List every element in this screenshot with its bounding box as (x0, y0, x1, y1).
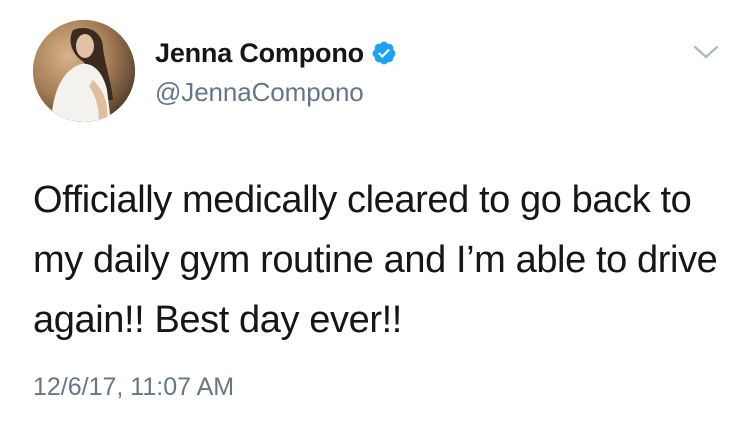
tweet-card: Jenna Compono @JennaCompono Officially m… (0, 0, 750, 431)
tweet-timestamp[interactable]: 12/6/17, 11:07 AM (33, 373, 234, 402)
name-row: Jenna Compono (155, 36, 397, 70)
avatar[interactable] (33, 20, 135, 122)
chevron-down-icon[interactable] (692, 42, 720, 62)
verified-badge-icon (371, 40, 397, 66)
avatar-photo (33, 20, 135, 122)
display-name[interactable]: Jenna Compono (155, 38, 364, 69)
tweet-header: Jenna Compono @JennaCompono (33, 20, 723, 125)
tweet-text: Officially medically cleared to go back … (33, 179, 718, 341)
author-names: Jenna Compono @JennaCompono (155, 36, 397, 108)
handle[interactable]: @JennaCompono (155, 77, 397, 108)
